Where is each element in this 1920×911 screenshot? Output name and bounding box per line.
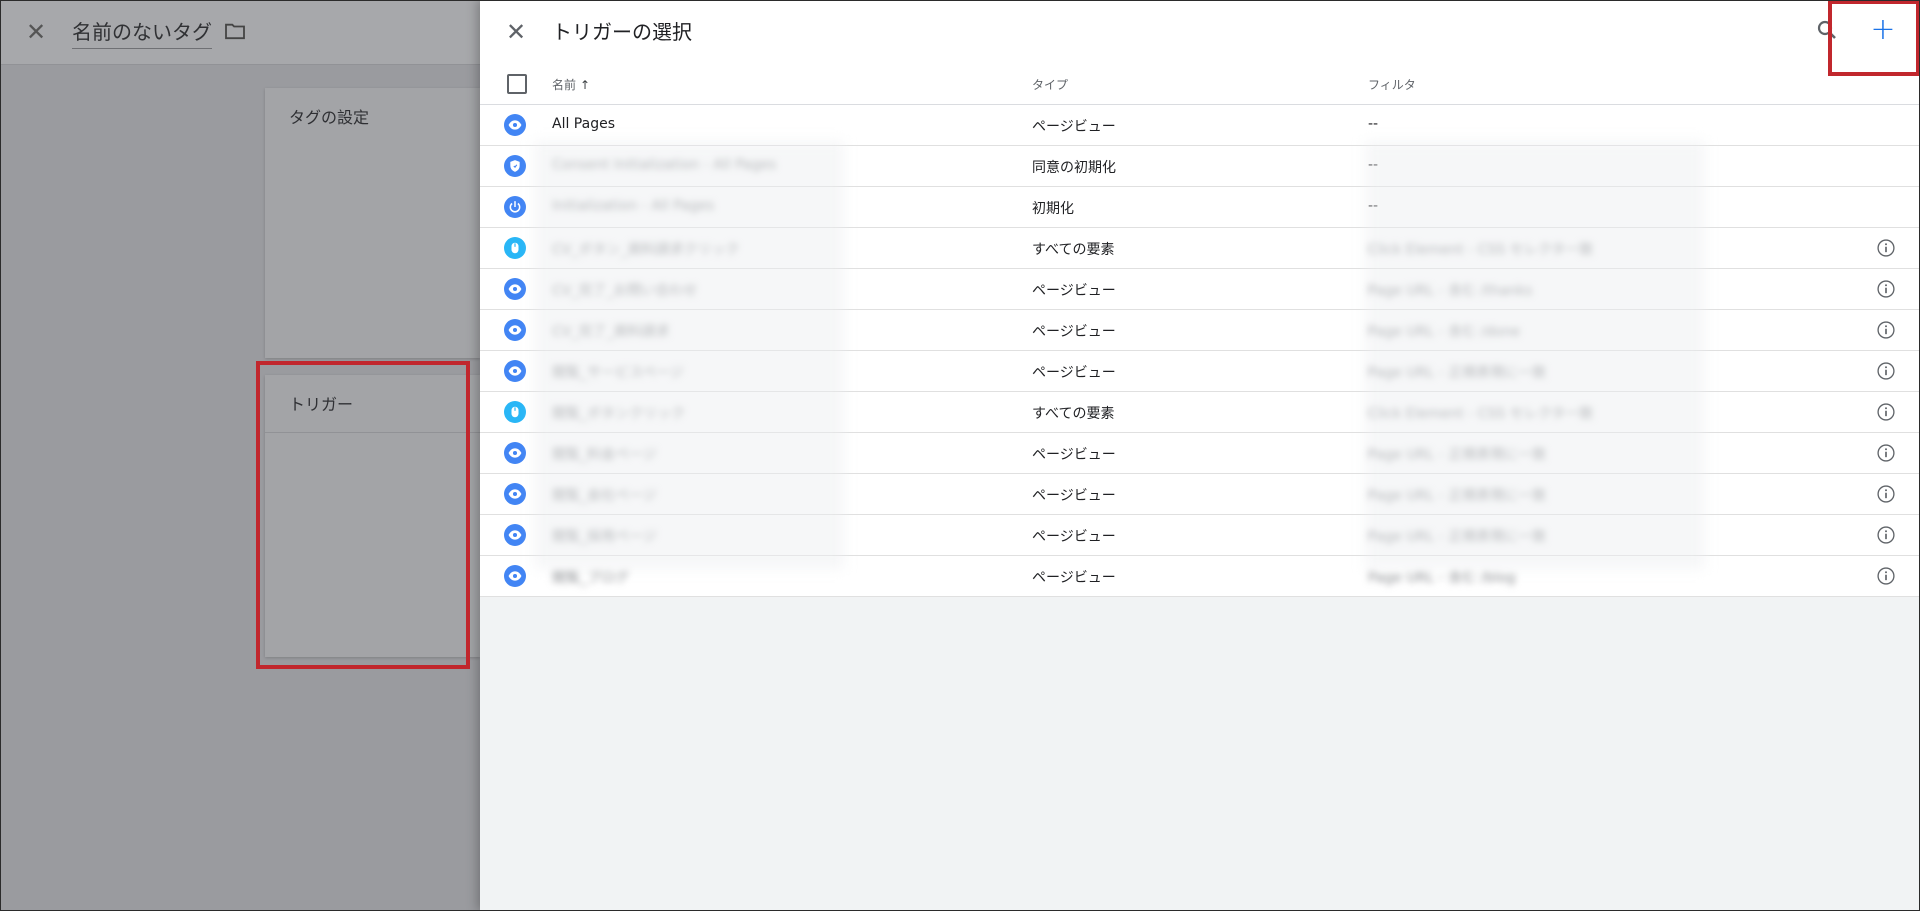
table-header: 名前 ↑ タイプ フィルタ	[480, 64, 1920, 105]
trigger-type: ページビュー	[1032, 324, 1116, 340]
close-icon[interactable]: ✕	[504, 20, 528, 44]
select-all-checkbox[interactable]	[507, 74, 527, 94]
eye-icon	[504, 278, 526, 300]
info-icon[interactable]	[1876, 238, 1896, 258]
trigger-type: ページビュー	[1032, 447, 1116, 463]
mouse-icon	[504, 401, 526, 423]
trigger-name[interactable]: All Pages	[552, 116, 615, 132]
info-icon[interactable]	[1876, 566, 1896, 586]
trigger-type: すべての要素	[1032, 406, 1115, 422]
info-icon[interactable]	[1876, 361, 1896, 381]
trigger-type: ページビュー	[1032, 488, 1116, 504]
power-icon	[504, 196, 526, 218]
column-filter-header[interactable]: フィルタ	[1368, 76, 1416, 93]
eye-icon	[504, 483, 526, 505]
close-icon[interactable]: ✕	[24, 20, 48, 44]
info-icon[interactable]	[1876, 279, 1896, 299]
trigger-type: すべての要素	[1032, 242, 1115, 258]
trigger-filter: --	[1368, 116, 1379, 132]
trigger-type: 初期化	[1032, 201, 1074, 217]
trigger-filter: Page URL - 含む /blog	[1368, 570, 1516, 586]
trigger-type: ページビュー	[1032, 283, 1116, 299]
eye-icon	[504, 114, 526, 136]
eye-icon	[504, 565, 526, 587]
eye-icon	[504, 524, 526, 546]
eye-icon	[504, 360, 526, 382]
redaction-blur	[534, 141, 844, 569]
info-icon[interactable]	[1876, 402, 1896, 422]
sort-arrow-icon[interactable]: ↑	[580, 78, 590, 92]
highlight-trigger-box	[256, 361, 470, 669]
redaction-blur	[1365, 141, 1705, 569]
highlight-add-box	[1828, 0, 1920, 76]
shield-icon	[504, 155, 526, 177]
info-icon[interactable]	[1876, 443, 1896, 463]
trigger-name[interactable]: 閲覧_ブログ	[552, 567, 629, 587]
eye-icon	[504, 442, 526, 464]
trigger-type: 同意の初期化	[1032, 160, 1116, 176]
column-name-header[interactable]: 名前 ↑	[552, 76, 590, 93]
tag-editor-header: ✕ 名前のないタグ	[0, 0, 480, 65]
eye-icon	[504, 319, 526, 341]
drawer-header: ✕ トリガーの選択 +	[480, 0, 1920, 64]
drawer-title: トリガーの選択	[552, 20, 692, 44]
trigger-type: ページビュー	[1032, 119, 1116, 135]
folder-icon[interactable]	[224, 22, 246, 40]
tag-name-title[interactable]: 名前のないタグ	[72, 18, 212, 49]
trigger-type: ページビュー	[1032, 365, 1116, 381]
table-row[interactable]: All Pages ページビュー --	[480, 105, 1920, 146]
tag-config-title: タグの設定	[289, 108, 370, 127]
tag-config-card[interactable]: タグの設定	[265, 88, 480, 358]
info-icon[interactable]	[1876, 525, 1896, 545]
column-type-header[interactable]: タイプ	[1032, 76, 1068, 93]
trigger-type: ページビュー	[1032, 529, 1116, 545]
mouse-icon	[504, 237, 526, 259]
info-icon[interactable]	[1876, 320, 1896, 340]
info-icon[interactable]	[1876, 484, 1896, 504]
trigger-select-drawer: ✕ トリガーの選択 + 名前 ↑ タイプ フィルタ All Pages ページビュー…	[480, 0, 1920, 911]
trigger-type: ページビュー	[1032, 570, 1116, 586]
column-name-label: 名前	[552, 78, 577, 92]
